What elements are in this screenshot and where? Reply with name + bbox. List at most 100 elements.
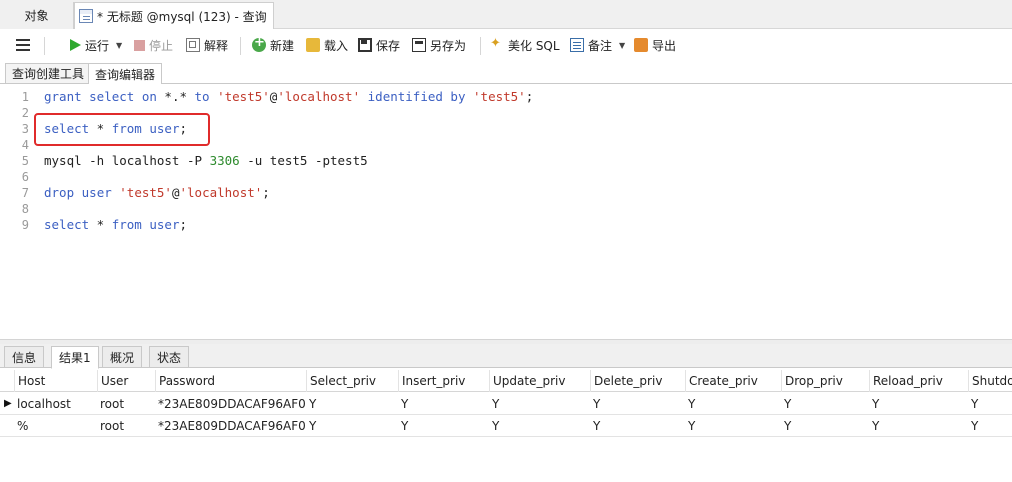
play-icon bbox=[70, 39, 81, 51]
column-header[interactable]: User bbox=[97, 370, 155, 392]
run-button[interactable]: 运行 ▼ bbox=[70, 36, 122, 54]
chevron-down-icon[interactable]: ▼ bbox=[116, 41, 122, 50]
tab-query-builder[interactable]: 查询创建工具 bbox=[5, 63, 92, 84]
new-button[interactable]: 新建 bbox=[252, 35, 294, 54]
table-cell[interactable]: Y bbox=[968, 415, 1012, 437]
result-tabs: 信息 结果1 概况 状态 bbox=[0, 344, 1012, 369]
grid-header-row: Host User Password Select_priv Insert_pr… bbox=[0, 370, 1012, 392]
beautify-sql-button[interactable]: 美化 SQL bbox=[490, 36, 560, 54]
table-cell[interactable]: Y bbox=[869, 415, 968, 437]
table-cell[interactable]: root bbox=[97, 415, 155, 437]
table-cell[interactable]: Y bbox=[590, 415, 685, 437]
tab-query-editor[interactable]: 查询编辑器 bbox=[88, 63, 163, 85]
save-as-button[interactable]: 另存为 bbox=[412, 36, 466, 54]
highlight-annotation-box bbox=[34, 113, 210, 146]
table-cell[interactable]: Y bbox=[489, 393, 590, 415]
table-cell[interactable]: Y bbox=[489, 415, 590, 437]
note-icon bbox=[570, 38, 584, 52]
editor-line[interactable]: 9 select * from user; bbox=[0, 217, 1012, 233]
code-text: select * from user; bbox=[44, 217, 188, 232]
tab-profile[interactable]: 概况 bbox=[102, 346, 143, 368]
note-label: 备注 bbox=[588, 38, 613, 53]
column-header[interactable]: Reload_priv bbox=[869, 370, 968, 392]
tab-objects[interactable]: 对象 bbox=[0, 2, 74, 29]
explain-label: 解释 bbox=[204, 38, 229, 53]
note-button[interactable]: 备注 ▼ bbox=[570, 36, 625, 54]
tab-result1[interactable]: 结果1 bbox=[51, 346, 99, 369]
line-number: 9 bbox=[21, 218, 29, 232]
table-cell[interactable]: Y bbox=[685, 415, 781, 437]
code-text: grant select on *.* to 'test5'@'localhos… bbox=[44, 89, 534, 104]
table-cell[interactable]: localhost bbox=[14, 393, 97, 415]
line-number: 3 bbox=[21, 122, 29, 136]
editor-line[interactable]: 6 bbox=[0, 169, 1012, 185]
table-cell[interactable]: Y bbox=[590, 393, 685, 415]
table-cell[interactable]: % bbox=[14, 415, 97, 437]
editor-mode-tabs: 查询创建工具 查询编辑器 bbox=[0, 61, 1012, 85]
tab-objects-label: 对象 bbox=[24, 9, 49, 23]
line-number: 5 bbox=[21, 154, 29, 168]
tab-query-builder-label: 查询创建工具 bbox=[12, 67, 85, 81]
column-header[interactable]: Select_priv bbox=[306, 370, 398, 392]
folder-icon bbox=[306, 38, 320, 52]
save-label: 保存 bbox=[376, 38, 401, 53]
column-header[interactable]: Delete_priv bbox=[590, 370, 685, 392]
export-icon bbox=[634, 38, 648, 52]
line-number: 2 bbox=[21, 106, 29, 120]
column-header[interactable]: Update_priv bbox=[489, 370, 590, 392]
editor-line[interactable]: 5 mysql -h localhost -P 3306 -u test5 -p… bbox=[0, 153, 1012, 169]
query-table-icon bbox=[79, 9, 93, 23]
result-grid: Host User Password Select_priv Insert_pr… bbox=[0, 370, 1012, 482]
explain-button[interactable]: 解释 bbox=[186, 36, 228, 54]
editor-line[interactable]: 1 grant select on *.* to 'test5'@'localh… bbox=[0, 89, 1012, 105]
save-button[interactable]: 保存 bbox=[358, 36, 400, 54]
table-cell[interactable]: Y bbox=[781, 415, 869, 437]
menu-icon bbox=[16, 39, 30, 51]
tab-info-label: 信息 bbox=[12, 350, 37, 365]
editor-line[interactable]: 7 drop user 'test5'@'localhost'; bbox=[0, 185, 1012, 201]
table-cell[interactable]: Y bbox=[781, 393, 869, 415]
table-row[interactable]: ▶ localhost root *23AE809DDACAF96AF0FI Y… bbox=[0, 393, 1012, 415]
column-header[interactable]: Insert_priv bbox=[398, 370, 489, 392]
table-cell[interactable]: Y bbox=[398, 393, 489, 415]
tab-status[interactable]: 状态 bbox=[149, 346, 190, 368]
beautify-icon bbox=[490, 36, 504, 52]
document-tab-bar: 对象 * 无标题 @mysql (123) - 查询 bbox=[0, 0, 1012, 29]
new-icon bbox=[252, 35, 266, 52]
save-as-label: 另存为 bbox=[430, 38, 467, 53]
column-header[interactable]: Drop_priv bbox=[781, 370, 869, 392]
table-cell[interactable]: Y bbox=[685, 393, 781, 415]
column-header[interactable]: Host bbox=[14, 370, 97, 392]
table-cell[interactable]: Y bbox=[968, 393, 1012, 415]
table-cell[interactable]: Y bbox=[398, 415, 489, 437]
menu-button[interactable] bbox=[16, 36, 30, 54]
stop-button[interactable]: 停止 bbox=[134, 36, 173, 54]
save-icon bbox=[358, 38, 372, 52]
load-button[interactable]: 载入 bbox=[306, 36, 348, 54]
export-label: 导出 bbox=[652, 38, 677, 53]
load-label: 载入 bbox=[324, 38, 349, 53]
code-text: drop user 'test5'@'localhost'; bbox=[44, 185, 270, 200]
table-cell[interactable]: root bbox=[97, 393, 155, 415]
table-cell[interactable]: *23AE809DDACAF96AF0FI bbox=[155, 393, 306, 415]
tab-query-editor-label: 查询编辑器 bbox=[95, 67, 156, 82]
column-header[interactable]: Create_priv bbox=[685, 370, 781, 392]
stop-label: 停止 bbox=[149, 38, 174, 53]
line-number: 8 bbox=[21, 202, 29, 216]
table-cell[interactable]: Y bbox=[306, 393, 398, 415]
editor-line[interactable]: 8 bbox=[0, 201, 1012, 217]
tab-query[interactable]: * 无标题 @mysql (123) - 查询 bbox=[74, 2, 274, 29]
table-cell[interactable]: Y bbox=[869, 393, 968, 415]
beautify-label: 美化 SQL bbox=[508, 38, 560, 53]
tab-result1-label: 结果1 bbox=[59, 351, 91, 365]
column-header[interactable]: Password bbox=[155, 370, 306, 392]
table-row[interactable]: % root *23AE809DDACAF96AF0FI Y Y Y Y Y Y… bbox=[0, 415, 1012, 437]
table-cell[interactable]: *23AE809DDACAF96AF0FI bbox=[155, 415, 306, 437]
export-button[interactable]: 导出 bbox=[634, 36, 676, 54]
tab-info[interactable]: 信息 bbox=[4, 346, 45, 368]
toolbar-separator bbox=[240, 37, 241, 55]
table-cell[interactable]: Y bbox=[306, 415, 398, 437]
column-header[interactable]: Shutdo bbox=[968, 370, 1012, 392]
save-as-icon bbox=[412, 38, 426, 52]
chevron-down-icon[interactable]: ▼ bbox=[619, 41, 625, 50]
